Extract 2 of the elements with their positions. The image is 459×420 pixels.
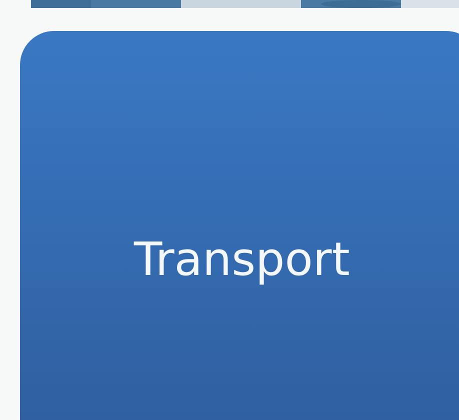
transport-tile[interactable]: Transport xyxy=(20,31,459,420)
tile-label: Transport xyxy=(134,232,350,286)
